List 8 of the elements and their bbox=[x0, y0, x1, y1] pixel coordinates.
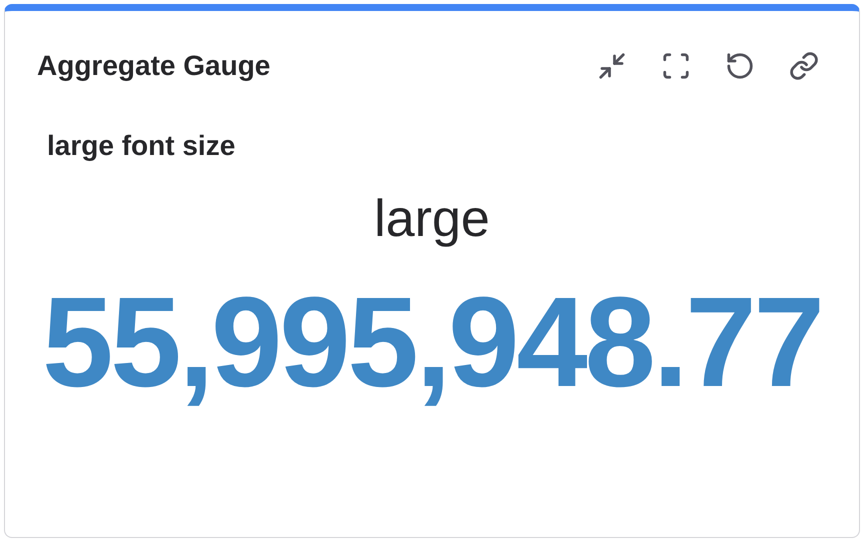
subtitle: large font size bbox=[47, 129, 236, 163]
collapse-icon[interactable] bbox=[597, 51, 627, 81]
gauge-value: 55,995,948.77 bbox=[42, 279, 822, 407]
fullscreen-icon[interactable] bbox=[661, 51, 691, 81]
refresh-icon[interactable] bbox=[725, 51, 755, 81]
size-label: large bbox=[374, 193, 490, 245]
card-title: Aggregate Gauge bbox=[37, 49, 270, 83]
link-icon[interactable] bbox=[789, 51, 819, 81]
